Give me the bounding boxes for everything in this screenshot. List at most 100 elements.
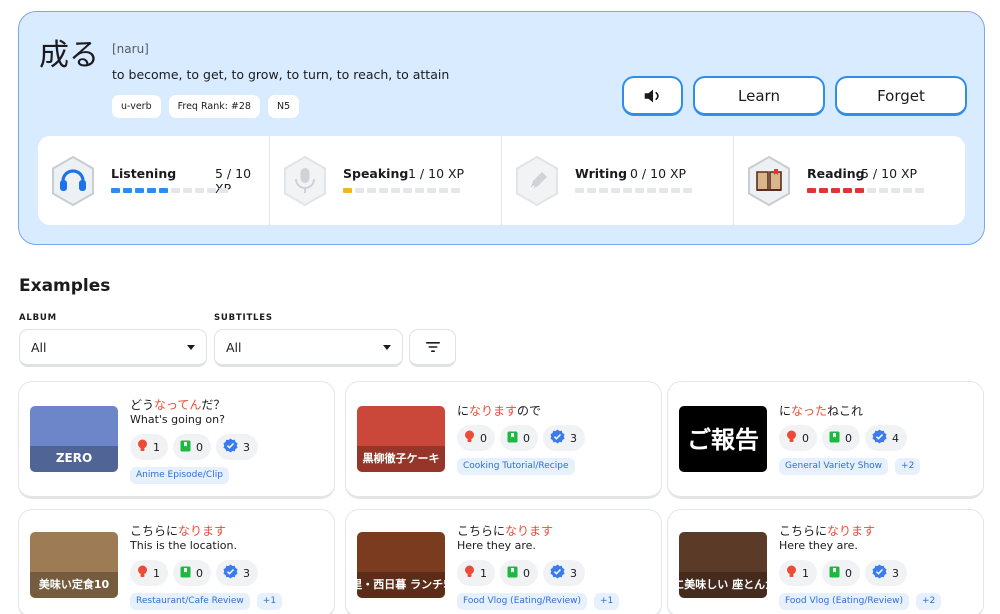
skill-reading: Reading 5 / 10 XP — [734, 136, 965, 225]
headphones-icon — [52, 155, 94, 207]
verified-check-icon — [872, 564, 887, 582]
bookmark-icon — [180, 566, 191, 581]
bookmark-icon — [829, 566, 840, 581]
category-tag[interactable]: +1 — [256, 593, 283, 610]
category-tag[interactable]: Food Vlog (Eating/Review) — [779, 593, 909, 610]
video-thumbnail[interactable]: 黒柳徹子ケーキ — [357, 406, 445, 472]
verified-check-icon — [872, 429, 887, 447]
example-card[interactable]: 美味い定食10 こちらになります This is the location. 1… — [18, 509, 335, 614]
stat-count: 0 — [845, 566, 852, 580]
xp-segment — [635, 188, 644, 193]
highlight-word: なります — [505, 524, 554, 538]
bookmark-icon — [829, 431, 840, 446]
stat-count: 1 — [802, 566, 809, 580]
stat-verified-check[interactable]: 3 — [543, 560, 585, 586]
example-card[interactable]: ZERO どうなってんだ？ What's going on? 1 0 3 Anime… — [18, 381, 335, 499]
video-thumbnail[interactable]: 暮里・西日暮 ランチ5選 — [357, 532, 445, 598]
forget-button[interactable]: Forget — [835, 76, 967, 116]
verified-check-icon — [550, 429, 565, 447]
xp-segment — [183, 188, 192, 193]
stat-count: 1 — [480, 566, 487, 580]
skill-xp: 5 / 10 XP — [861, 166, 918, 181]
xp-segment — [451, 188, 460, 193]
xp-segment — [439, 188, 448, 193]
stat-verified-check[interactable]: 3 — [216, 560, 258, 586]
category-tag[interactable]: Food Vlog (Eating/Review) — [457, 593, 587, 610]
skill-name: Writing — [575, 166, 628, 181]
category-tag[interactable]: Cooking Tutorial/Recipe — [457, 458, 575, 475]
word-kanji: 成る — [39, 38, 99, 73]
stat-bookmark[interactable]: 0 — [500, 560, 538, 586]
stat-count: 4 — [892, 431, 899, 445]
stat-bookmark[interactable]: 0 — [173, 560, 211, 586]
filter-button[interactable] — [409, 329, 456, 367]
video-thumbnail[interactable]: 美味い定食10 — [30, 532, 118, 598]
example-sentence: こちらになります — [130, 522, 226, 539]
lightbulb-icon — [137, 565, 148, 581]
stat-lightbulb[interactable]: 0 — [779, 425, 817, 451]
example-card[interactable]: 黒柳徹子ケーキ になりますので 0 0 3 Cooking Tutorial/Rec… — [345, 381, 662, 499]
xp-segment — [819, 188, 828, 193]
category-tag[interactable]: Anime Episode/Clip — [130, 467, 229, 484]
stat-count: 0 — [523, 431, 530, 445]
example-stats: 1 0 3 — [457, 560, 585, 586]
example-card[interactable]: ご報告 になったねこれ 0 0 4 General Variety Show +2 — [667, 381, 984, 499]
highlight-word: なった — [791, 404, 828, 418]
stat-count: 0 — [480, 431, 487, 445]
example-sentence: どうなってんだ？ — [130, 396, 225, 413]
stat-verified-check[interactable]: 3 — [865, 560, 907, 586]
highlight-word: なります — [469, 404, 518, 418]
category-tag[interactable]: +2 — [916, 593, 942, 610]
example-card[interactable]: 暮里・西日暮 ランチ5選 こちらになります Here they are. 1 0 3… — [345, 509, 662, 614]
stat-verified-check[interactable]: 3 — [543, 425, 585, 451]
stat-count: 3 — [892, 566, 899, 580]
stat-bookmark[interactable]: 0 — [822, 425, 860, 451]
stat-verified-check[interactable]: 4 — [865, 425, 907, 451]
stat-count: 0 — [802, 431, 809, 445]
stat-bookmark[interactable]: 0 — [173, 434, 211, 460]
tag-word-type: u-verb — [112, 95, 161, 118]
category-tag[interactable]: +2 — [895, 458, 921, 475]
sentence-text: どう — [130, 398, 155, 412]
example-translation: Here they are. — [779, 539, 858, 552]
xp-segment — [879, 188, 888, 193]
skill-name: Reading — [807, 166, 865, 181]
example-stats: 1 0 3 — [130, 560, 258, 586]
example-card[interactable]: 本当に美味しい 座とんかつ5 こちらになります Here they are. 1… — [667, 509, 984, 614]
stat-count: 0 — [523, 566, 530, 580]
stat-lightbulb[interactable]: 1 — [130, 560, 168, 586]
lightbulb-icon — [464, 430, 475, 446]
album-select[interactable]: All — [19, 329, 207, 367]
thumbnail-caption: 本当に美味しい 座とんかつ5 — [679, 577, 767, 591]
stat-lightbulb[interactable]: 1 — [130, 434, 168, 460]
xp-segment — [599, 188, 608, 193]
video-thumbnail[interactable]: 本当に美味しい 座とんかつ5 — [679, 532, 767, 598]
category-tag[interactable]: General Variety Show — [779, 458, 889, 475]
learn-button[interactable]: Learn — [693, 76, 825, 116]
skill-xp-bar — [111, 188, 228, 193]
word-reading: [naru] — [112, 42, 149, 56]
example-categories: General Variety Show +2 — [779, 458, 921, 475]
stat-lightbulb[interactable]: 0 — [457, 425, 495, 451]
xp-segment — [891, 188, 900, 193]
xp-segment — [587, 188, 596, 193]
word-actions: Learn Forget — [622, 76, 967, 116]
example-stats: 1 0 3 — [130, 434, 258, 460]
subtitles-select[interactable]: All — [214, 329, 403, 367]
xp-segment — [195, 188, 204, 193]
skill-speaking: Speaking 1 / 10 XP — [270, 136, 502, 225]
stat-lightbulb[interactable]: 1 — [457, 560, 495, 586]
thumbnail-caption: 美味い定食10 — [39, 577, 110, 591]
video-thumbnail[interactable]: ご報告 — [679, 406, 767, 472]
stat-verified-check[interactable]: 3 — [216, 434, 258, 460]
example-categories: Food Vlog (Eating/Review) +1 — [457, 593, 620, 610]
stat-bookmark[interactable]: 0 — [822, 560, 860, 586]
stat-bookmark[interactable]: 0 — [500, 425, 538, 451]
stat-lightbulb[interactable]: 1 — [779, 560, 817, 586]
xp-segment — [843, 188, 852, 193]
sentence-text: こちらに — [130, 524, 179, 538]
play-audio-button[interactable] — [622, 76, 683, 116]
category-tag[interactable]: Restaurant/Cafe Review — [130, 593, 250, 610]
video-thumbnail[interactable]: ZERO — [30, 406, 118, 472]
category-tag[interactable]: +1 — [594, 593, 620, 610]
